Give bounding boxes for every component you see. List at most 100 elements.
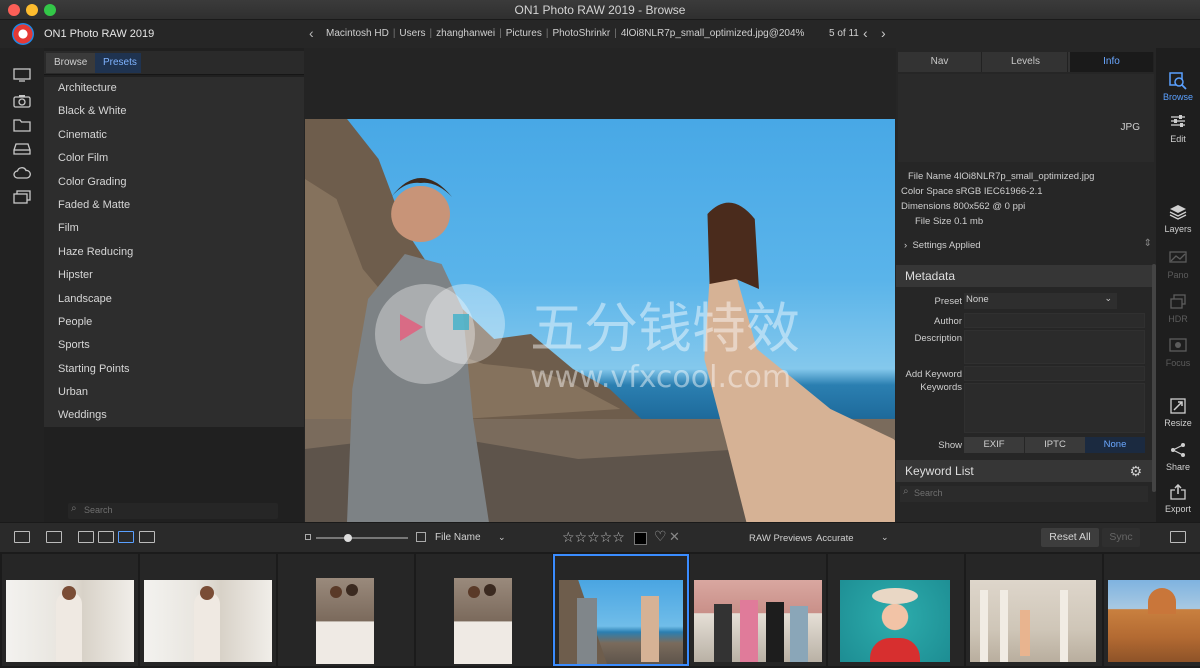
tab-nav[interactable]: Nav bbox=[898, 52, 982, 72]
thumbnail-image bbox=[694, 580, 822, 662]
cloud-icon[interactable] bbox=[12, 166, 32, 182]
breadcrumb-item[interactable]: Users bbox=[399, 28, 425, 39]
preset-category[interactable]: Faded & Matte bbox=[44, 194, 304, 217]
module-resize[interactable]: Resize bbox=[1156, 398, 1200, 428]
filmstrip bbox=[0, 552, 1200, 668]
description-input[interactable] bbox=[964, 330, 1145, 364]
toggle-left-panel-icon[interactable] bbox=[14, 531, 30, 543]
module-browse[interactable]: Browse bbox=[1156, 72, 1200, 102]
settings-applied-toggle[interactable]: › Settings Applied bbox=[904, 240, 981, 251]
thumbnail-small-icon[interactable] bbox=[305, 534, 311, 540]
module-edit[interactable]: Edit bbox=[1156, 114, 1200, 144]
module-export[interactable]: Export bbox=[1156, 483, 1200, 514]
gear-icon[interactable]: ⚙ bbox=[1129, 463, 1142, 480]
filmstrip-thumbnail-selected[interactable] bbox=[553, 554, 689, 666]
window-title: ON1 Photo RAW 2019 - Browse bbox=[514, 3, 686, 17]
filmstrip-thumbnail[interactable] bbox=[416, 554, 552, 666]
preset-category[interactable]: Landscape bbox=[44, 288, 304, 311]
tab-presets[interactable]: Presets bbox=[95, 53, 141, 73]
sort-select[interactable]: File Name bbox=[435, 532, 481, 543]
keyword-search-input[interactable]: Search bbox=[900, 486, 1148, 502]
preset-category[interactable]: Haze Reducing bbox=[44, 241, 304, 264]
module-hdr[interactable]: HDR bbox=[1156, 294, 1200, 324]
module-focus[interactable]: Focus bbox=[1156, 338, 1200, 368]
grid-view-icon[interactable] bbox=[78, 531, 94, 543]
preset-category[interactable]: Film bbox=[44, 217, 304, 240]
detail-view-icon[interactable] bbox=[98, 531, 114, 543]
previous-image-button[interactable]: ‹ bbox=[863, 25, 868, 41]
color-label-swatch[interactable] bbox=[634, 532, 647, 545]
reject-icon[interactable]: ✕ bbox=[669, 529, 680, 545]
tab-levels[interactable]: Levels bbox=[984, 52, 1068, 72]
tab-info[interactable]: Info bbox=[1070, 52, 1154, 72]
preset-category[interactable]: Urban bbox=[44, 381, 304, 404]
add-keyword-input[interactable] bbox=[964, 366, 1145, 381]
preset-category[interactable]: Starting Points bbox=[44, 358, 304, 381]
filmstrip-thumbnail[interactable] bbox=[140, 554, 276, 666]
breadcrumb-item[interactable]: zhanghanwei bbox=[436, 28, 495, 39]
chevron-down-icon[interactable]: ⌄ bbox=[881, 532, 889, 543]
preset-category[interactable]: Hipster bbox=[44, 264, 304, 287]
next-image-button[interactable]: › bbox=[881, 25, 886, 41]
module-pano[interactable]: Pano bbox=[1156, 250, 1200, 280]
star-rating[interactable]: ☆☆☆☆☆ bbox=[562, 529, 625, 546]
folder-icon[interactable] bbox=[12, 118, 32, 134]
show-none-tab[interactable]: None bbox=[1085, 437, 1145, 453]
share-icon bbox=[1156, 442, 1200, 460]
keywords-field[interactable] bbox=[964, 383, 1145, 433]
preset-category[interactable]: Black & White bbox=[44, 100, 304, 123]
filmstrip-thumbnail[interactable] bbox=[690, 554, 826, 666]
breadcrumb-item[interactable]: 4lOi8NLR7p_small_optimized.jpg@204% bbox=[621, 28, 805, 39]
thumbnail-large-icon[interactable] bbox=[416, 532, 426, 542]
main-photo[interactable]: 五分钱特效 www.vfxcool.com bbox=[305, 119, 895, 522]
breadcrumb-item[interactable]: Pictures bbox=[506, 28, 542, 39]
filmstrip-thumbnail[interactable] bbox=[1104, 554, 1200, 666]
preset-category[interactable]: Architecture bbox=[44, 77, 304, 100]
toggle-right-panel-icon[interactable] bbox=[1170, 531, 1186, 543]
preset-category[interactable]: People bbox=[44, 311, 304, 334]
show-exif-tab[interactable]: EXIF bbox=[964, 437, 1024, 453]
module-focus-label: Focus bbox=[1165, 358, 1191, 368]
thumbnail-size-slider[interactable] bbox=[316, 537, 408, 539]
drive-icon[interactable] bbox=[12, 142, 32, 158]
info-file-size: File Size 0.1 mb bbox=[915, 216, 984, 227]
preset-category[interactable]: Color Grading bbox=[44, 171, 304, 194]
sync-button[interactable]: Sync bbox=[1102, 528, 1140, 547]
metadata-header[interactable]: Metadata bbox=[896, 265, 1152, 287]
heart-icon[interactable]: ♡ bbox=[654, 528, 667, 545]
preset-category[interactable]: Sports bbox=[44, 334, 304, 357]
module-layers[interactable]: Layers bbox=[1156, 204, 1200, 234]
monitor-icon[interactable] bbox=[12, 68, 32, 84]
filmstrip-thumbnail[interactable] bbox=[966, 554, 1102, 666]
updown-chevron-icon[interactable]: ⇕ bbox=[1144, 238, 1152, 249]
metadata-preset-select[interactable]: None ⌄ bbox=[964, 293, 1117, 309]
keyword-list-header[interactable]: Keyword List bbox=[896, 460, 1152, 482]
breadcrumb-item[interactable]: Macintosh HD bbox=[326, 28, 389, 39]
chevron-left-icon[interactable]: ‹ bbox=[309, 25, 314, 41]
reset-all-button[interactable]: Reset All bbox=[1041, 528, 1099, 547]
image-viewer[interactable]: 五分钱特效 www.vfxcool.com bbox=[304, 48, 896, 522]
thumbnail-size-slider-handle[interactable] bbox=[344, 534, 353, 542]
preset-category[interactable]: Color Film bbox=[44, 147, 304, 170]
add-keyword-label: Add Keyword bbox=[905, 369, 962, 380]
filmstrip-thumbnail[interactable] bbox=[828, 554, 964, 666]
author-input[interactable] bbox=[964, 313, 1145, 328]
metadata-show-tabs: EXIF IPTC None bbox=[964, 437, 1145, 453]
filmstrip-thumbnail[interactable] bbox=[2, 554, 138, 666]
tab-browse[interactable]: Browse bbox=[46, 53, 96, 73]
filmstrip-thumbnail[interactable] bbox=[278, 554, 414, 666]
secondary-display-icon[interactable] bbox=[46, 531, 62, 543]
preset-category[interactable]: Weddings bbox=[44, 404, 304, 427]
preset-search-input[interactable]: Search bbox=[68, 503, 278, 519]
camera-icon[interactable] bbox=[12, 94, 32, 110]
compare-view-icon[interactable] bbox=[139, 531, 155, 543]
breadcrumb-item[interactable]: PhotoShrinkr bbox=[552, 28, 610, 39]
module-share[interactable]: Share bbox=[1156, 442, 1200, 472]
chevron-down-icon[interactable]: ⌄ bbox=[498, 532, 506, 543]
preset-category[interactable]: Cinematic bbox=[44, 124, 304, 147]
app-logo-icon bbox=[12, 23, 34, 45]
filmstrip-view-icon[interactable] bbox=[118, 531, 134, 543]
raw-previews-select[interactable]: Accurate bbox=[816, 533, 854, 544]
albums-icon[interactable] bbox=[12, 190, 32, 206]
show-iptc-tab[interactable]: IPTC bbox=[1025, 437, 1085, 453]
